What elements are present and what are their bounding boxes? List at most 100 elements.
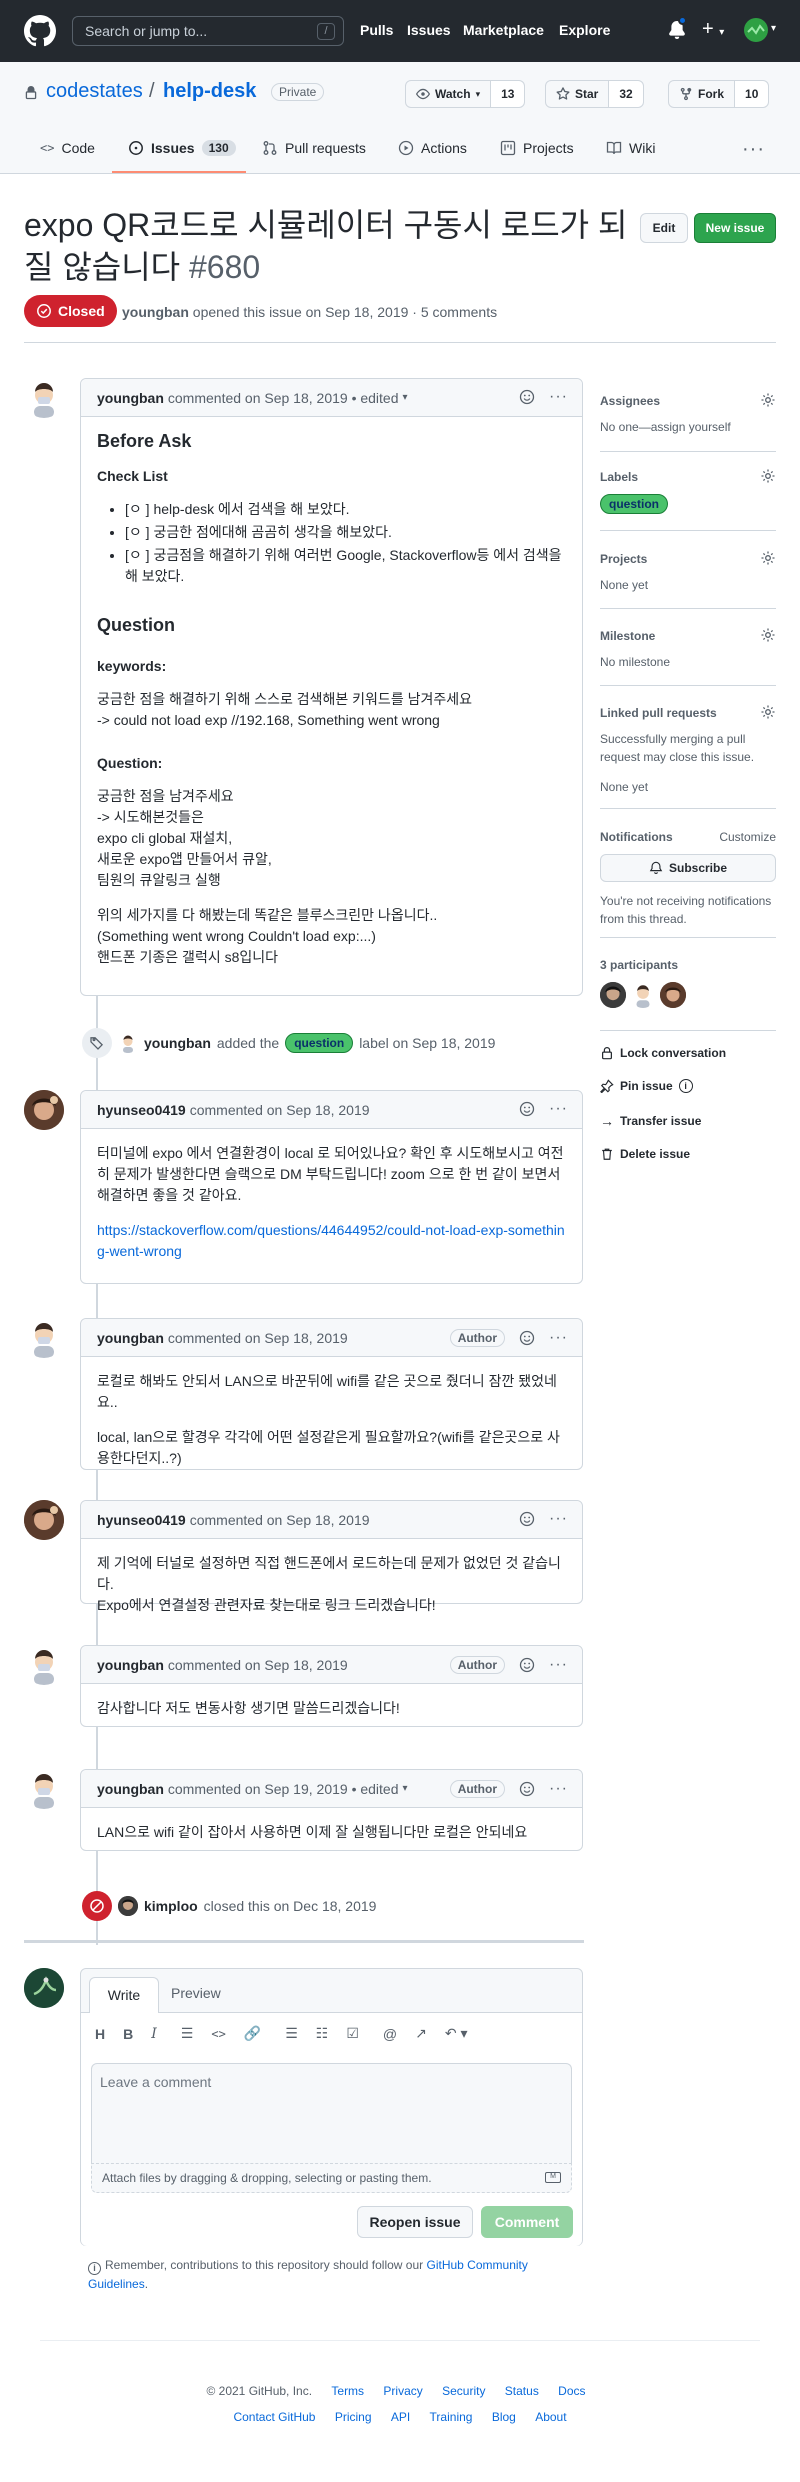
comment-options-kebab-icon[interactable]: ··· — [549, 1330, 568, 1346]
markdown-supported-icon[interactable]: M — [545, 2172, 561, 2183]
avatar-youngban-small[interactable] — [118, 1033, 138, 1053]
footer-link-blog[interactable]: Blog — [492, 2410, 516, 2424]
watch-button[interactable]: Watch ▾ 13 — [405, 80, 526, 108]
fork-count[interactable]: 10 — [745, 87, 758, 101]
comment-options-kebab-icon[interactable]: ··· — [549, 1101, 568, 1117]
comment-options-kebab-icon[interactable]: ··· — [549, 1657, 568, 1673]
avatar-youngban[interactable] — [24, 1645, 64, 1685]
tab-projects[interactable]: Projects — [500, 140, 574, 156]
ordered-list-icon[interactable]: ☷ — [316, 2025, 329, 2042]
comment-options-kebab-icon[interactable]: ··· — [549, 1781, 568, 1797]
transfer-issue-button[interactable]: → Transfer issue — [600, 1113, 701, 1129]
fork-button[interactable]: Fork 10 — [668, 80, 770, 108]
nav-issues[interactable]: Issues — [407, 22, 451, 38]
footer-link-contact[interactable]: Contact GitHub — [233, 2410, 315, 2424]
reopen-issue-button[interactable]: Reopen issue — [357, 2206, 473, 2238]
avatar-hyunseo0419[interactable] — [24, 1500, 64, 1540]
tab-wiki[interactable]: Wiki — [606, 140, 655, 156]
tab-preview[interactable]: Preview — [171, 1985, 221, 2001]
delete-issue-button[interactable]: Delete issue — [600, 1147, 690, 1161]
comment-author-link[interactable]: youngban — [97, 1781, 164, 1797]
comment-author-link[interactable]: youngban — [97, 390, 164, 406]
footer-link-privacy[interactable]: Privacy — [383, 2384, 422, 2398]
bold-icon[interactable]: B — [123, 2026, 133, 2042]
quote-icon[interactable]: ☰ — [181, 2025, 194, 2042]
comment-options-kebab-icon[interactable]: ··· — [549, 389, 568, 405]
smiley-icon[interactable] — [519, 389, 535, 405]
gear-icon[interactable] — [760, 392, 776, 408]
smiley-icon[interactable] — [519, 1511, 535, 1527]
repo-owner-link[interactable]: codestates — [46, 80, 143, 103]
gear-icon[interactable] — [760, 627, 776, 643]
footer-link-pricing[interactable]: Pricing — [335, 2410, 372, 2424]
smiley-icon[interactable] — [519, 1101, 535, 1117]
footer-link-api[interactable]: API — [391, 2410, 410, 2424]
comment-textarea[interactable]: Leave a comment — [91, 2063, 572, 2163]
subscribe-button[interactable]: Subscribe — [600, 854, 776, 882]
participant-avatar[interactable] — [660, 982, 686, 1008]
saved-reply-icon[interactable]: ↶ ▾ — [445, 2025, 468, 2042]
assign-yourself-link[interactable]: No one—assign yourself — [600, 418, 776, 436]
star-button[interactable]: Star 32 — [545, 80, 644, 108]
avatar-hyunseo0419[interactable] — [24, 1090, 64, 1130]
tab-issues[interactable]: Issues 130 — [128, 140, 236, 156]
nav-pulls[interactable]: Pulls — [360, 22, 393, 38]
participant-avatar[interactable] — [600, 982, 626, 1008]
tab-code[interactable]: <> Code — [40, 140, 95, 156]
stackoverflow-link[interactable]: https://stackoverflow.com/questions/4464… — [97, 1222, 565, 1259]
italic-icon[interactable]: I — [151, 2026, 157, 2042]
footer-link-about[interactable]: About — [535, 2410, 566, 2424]
pin-issue-button[interactable]: Pin issue i — [600, 1079, 693, 1093]
gear-icon[interactable] — [760, 468, 776, 484]
footer-link-security[interactable]: Security — [442, 2384, 485, 2398]
repo-name-link[interactable]: help-desk — [163, 80, 256, 103]
issue-author-link[interactable]: youngban — [122, 304, 189, 320]
nav-explore[interactable]: Explore — [559, 22, 610, 38]
star-count[interactable]: 32 — [619, 87, 632, 101]
event-actor-link[interactable]: kimploo — [144, 1898, 198, 1914]
smiley-icon[interactable] — [519, 1657, 535, 1673]
avatar-youngban[interactable] — [24, 1318, 64, 1358]
comment-options-kebab-icon[interactable]: ··· — [549, 1511, 568, 1527]
comment-author-link[interactable]: youngban — [97, 1657, 164, 1673]
gear-icon[interactable] — [760, 704, 776, 720]
task-list-icon[interactable]: ☑ — [346, 2025, 359, 2042]
avatar-youngban[interactable] — [24, 378, 64, 418]
mention-icon[interactable]: @ — [383, 2026, 397, 2042]
edited-dropdown-icon[interactable]: ▾ — [403, 392, 408, 403]
footer-link-training[interactable]: Training — [430, 2410, 473, 2424]
tab-pull-requests[interactable]: Pull requests — [262, 140, 366, 156]
question-label-badge[interactable]: question — [600, 494, 668, 514]
comment-author-link[interactable]: hyunseo0419 — [97, 1512, 186, 1528]
edited-dropdown-icon[interactable]: ▾ — [403, 1783, 408, 1794]
footer-link-status[interactable]: Status — [505, 2384, 539, 2398]
github-logo-icon[interactable] — [24, 15, 56, 47]
link-icon[interactable]: 🔗 — [244, 2025, 261, 2042]
nav-marketplace[interactable]: Marketplace — [463, 22, 544, 38]
new-issue-button[interactable]: New issue — [694, 213, 776, 243]
user-avatar[interactable] — [744, 18, 768, 42]
avatar-current-user[interactable] — [24, 1968, 64, 2008]
smiley-icon[interactable] — [519, 1330, 535, 1346]
question-label-badge[interactable]: question — [285, 1033, 354, 1053]
search-input[interactable]: Search or jump to... / — [72, 16, 344, 46]
tab-actions[interactable]: Actions — [398, 140, 467, 156]
comment-submit-button[interactable]: Comment — [481, 2206, 573, 2238]
user-menu-caret-icon[interactable]: ▾ — [771, 23, 776, 34]
gear-icon[interactable] — [760, 550, 776, 566]
unordered-list-icon[interactable]: ☰ — [285, 2025, 298, 2042]
avatar-youngban[interactable] — [24, 1769, 64, 1809]
event-actor-link[interactable]: youngban — [144, 1035, 211, 1051]
code-icon[interactable]: <> — [211, 2027, 225, 2041]
info-icon[interactable]: i — [678, 1079, 693, 1093]
comment-author-link[interactable]: hyunseo0419 — [97, 1102, 186, 1118]
attach-files-zone[interactable]: Attach files by dragging & dropping, sel… — [91, 2163, 572, 2193]
footer-link-docs[interactable]: Docs — [558, 2384, 585, 2398]
heading-icon[interactable]: H — [95, 2026, 105, 2042]
watch-count[interactable]: 13 — [501, 87, 514, 101]
footer-link-terms[interactable]: Terms — [331, 2384, 364, 2398]
comment-author-link[interactable]: youngban — [97, 1330, 164, 1346]
smiley-icon[interactable] — [519, 1781, 535, 1797]
edit-title-button[interactable]: Edit — [640, 213, 688, 243]
customize-notifications-link[interactable]: Customize — [719, 830, 776, 844]
